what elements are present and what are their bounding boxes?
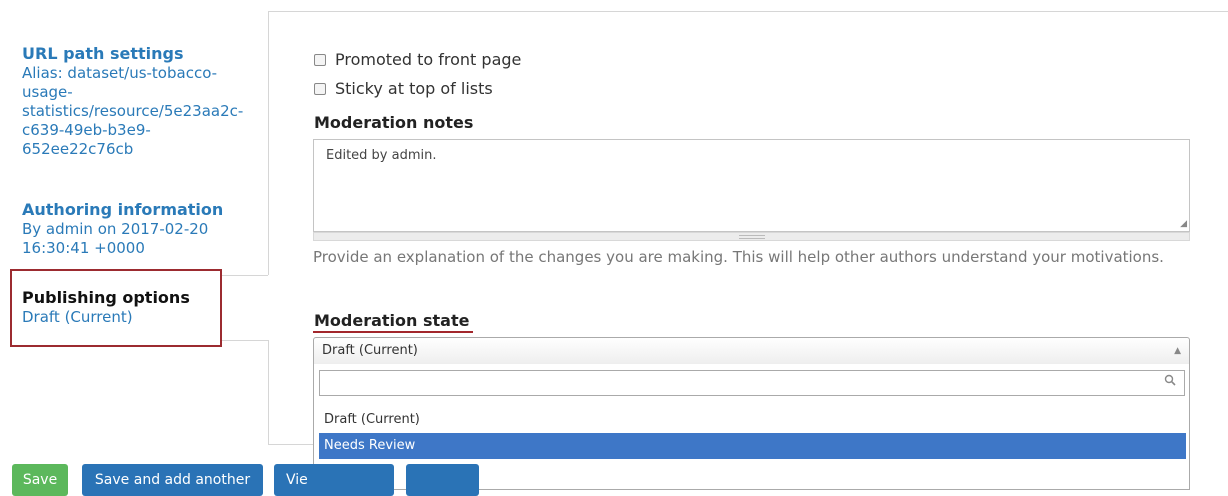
tab-summary-line: 16:30:41 +0000 [22,239,145,257]
view-button[interactable]: Vie [274,464,394,496]
sticky-checkbox[interactable] [314,82,326,95]
tab-title: Authoring information [22,200,224,219]
tab-divider [222,275,268,276]
tab-summary-line: usage- [22,83,73,101]
action-button[interactable] [406,464,479,496]
save-button[interactable]: Save [12,464,68,496]
tab-summary-line: By admin on 2017-02-20 [22,220,209,238]
moderation-notes-textarea[interactable]: Edited by admin. ◢ [313,139,1190,232]
tab-title: URL path settings [22,44,184,63]
sticky-checkbox-row[interactable]: Sticky at top of lists [314,79,493,98]
moderation-notes-description: Provide an explanation of the changes yo… [313,248,1164,266]
save-and-add-another-button[interactable]: Save and add another [82,464,263,496]
dropdown-option-highlighted[interactable]: Needs Review [319,433,1186,459]
resize-corner-icon[interactable]: ◢ [1180,219,1187,229]
tab-summary-line: statistics/resource/5e23aa2c- [22,102,244,120]
pane-border-bottom [268,444,318,445]
pane-border-left [268,340,269,444]
dropdown-search-input[interactable] [319,370,1185,396]
search-icon [1164,374,1183,390]
tab-summary-line: Alias: dataset/us-tobacco- [22,64,218,82]
sticky-label: Sticky at top of lists [335,79,493,98]
annotation-underline [313,331,473,333]
dropdown-option[interactable]: Draft (Current) [319,407,1186,433]
triangle-up-icon: ▲ [1174,346,1181,356]
moderation-state-label: Moderation state [314,311,470,330]
promoted-label: Promoted to front page [335,50,522,69]
tab-summary-line: c639-49eb-b3e9- [22,121,151,139]
select-current-value: Draft (Current) [322,343,418,358]
tab-summary: Draft (Current) [22,308,133,326]
tab-authoring-information[interactable]: Authoring information By admin on 2017-0… [22,200,262,258]
pane-border-top [268,11,1228,12]
textarea-grippie[interactable] [313,232,1190,241]
promoted-checkbox[interactable] [314,53,326,66]
moderation-notes-value: Edited by admin. [326,148,437,163]
tab-url-path-settings[interactable]: URL path settings Alias: dataset/us-toba… [22,44,262,159]
tab-publishing-options[interactable]: Publishing options Draft (Current) [22,288,222,327]
moderation-notes-label: Moderation notes [314,113,474,132]
tab-title: Publishing options [22,288,190,307]
vertical-tabs: URL path settings Alias: dataset/us-toba… [0,0,269,496]
pane-border-left [268,11,269,275]
grip-icon [739,235,765,239]
promoted-checkbox-row[interactable]: Promoted to front page [314,50,521,69]
tab-divider [222,340,268,341]
moderation-state-select[interactable]: Draft (Current) ▲ [313,337,1190,365]
tab-summary-line: 652ee22c76cb [22,140,134,158]
